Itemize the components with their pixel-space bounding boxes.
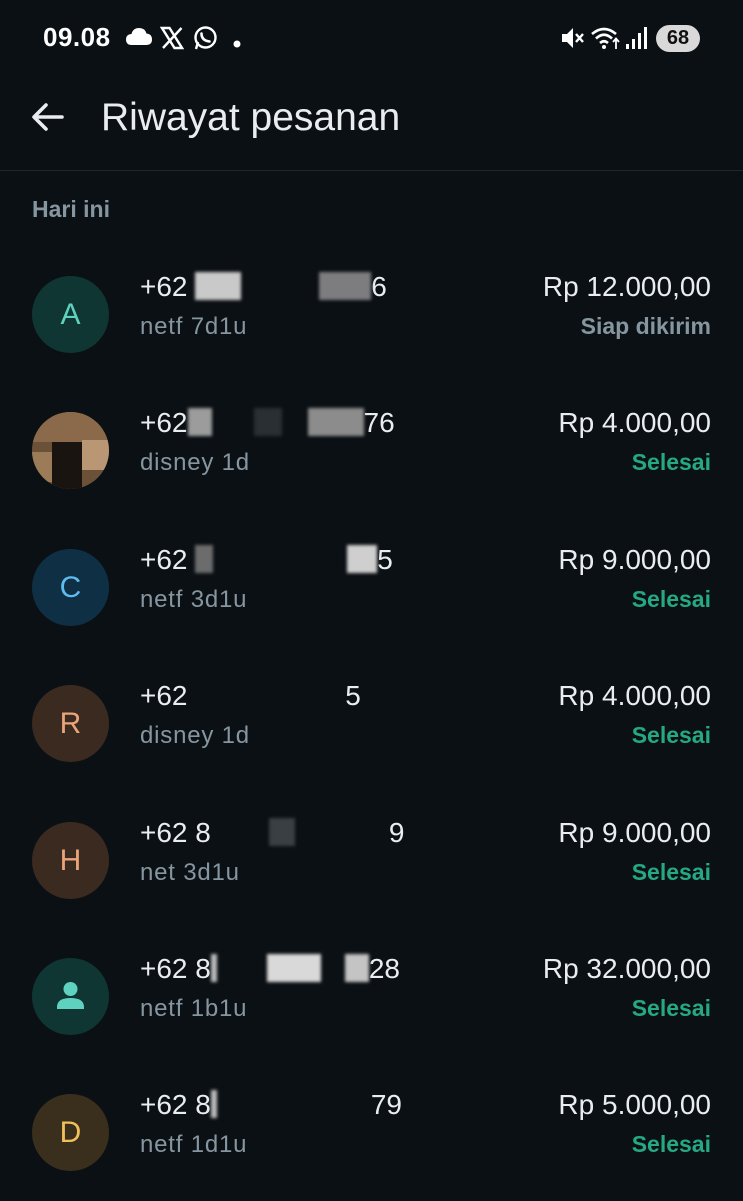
redaction-gap [282,408,308,436]
dot-icon [233,35,241,53]
redaction-block [195,272,242,300]
battery-indicator: 68 [656,25,700,52]
avatar-placeholder[interactable] [32,957,109,1035]
redaction-gap [213,545,347,573]
wifi-icon [590,25,622,56]
cloud-icon [125,27,153,52]
avatar[interactable]: R [32,685,109,763]
redaction-gap [295,818,389,846]
whatsapp-icon [192,25,218,56]
order-product: disney 1d [140,722,250,750]
order-amount: Rp 4.000,00 [558,680,711,712]
order-item[interactable]: C +62 5 netf 3d1u Rp 9.000,00 Selesai [0,519,743,655]
avatar[interactable]: D [32,1094,109,1172]
redaction-gap [217,954,267,982]
x-logo-icon [159,26,185,55]
phone-start: +62 8 [140,816,211,848]
order-item[interactable]: A +62 6 netf 7d1u Rp 12.000,00 Siap diki… [0,246,743,382]
order-item[interactable]: +62 8 28 netf 1b1u Rp 32.000,00 Selesai [0,928,743,1064]
avatar-letter: D [59,1116,82,1150]
redaction-block [319,272,372,300]
redaction-gap [195,681,225,709]
order-product: netf 1d1u [140,1131,248,1159]
phone-end: 28 [368,952,401,984]
person-icon [57,981,84,1009]
phone-end: 5 [345,680,361,712]
section-label-today: Hari ini [32,196,110,222]
avatar-photo[interactable] [32,412,109,490]
redaction-block [266,953,321,982]
order-status: Selesai [631,449,711,476]
order-amount: Rp 9.000,00 [558,543,711,575]
redaction-block [187,408,212,437]
redaction-block [344,953,369,982]
order-product: netf 1b1u [140,994,248,1022]
signal-icon [625,26,647,55]
redaction-gap [217,1090,371,1118]
phone-end: 5 [377,543,393,575]
phone-end: 6 [371,271,387,302]
order-item[interactable]: D +62 8 79 netf 1d1u Rp 5.000,00 Selesai [0,1064,743,1200]
order-phone: +62 8 28 [140,953,400,985]
page-title: Riwayat pesanan [101,96,401,139]
redaction-block [195,544,214,573]
order-list: A +62 6 netf 7d1u Rp 12.000,00 Siap diki… [0,246,743,1201]
order-status: Selesai [631,994,711,1021]
order-product: netf 3d1u [140,585,248,613]
redaction-block [268,817,295,846]
phone-start: +62 [140,271,188,302]
avatar-letter: A [60,298,81,331]
profile-photo-icon [32,412,109,490]
order-product: net 3d1u [140,858,240,886]
order-item[interactable]: +62 76 disney 1d Rp 4.000,00 Selesai [0,382,743,518]
phone-start: +62 [140,543,188,575]
order-status: Selesai [631,1131,711,1158]
order-status: Selesai [631,585,711,612]
redaction-block [253,408,282,437]
order-amount: Rp 5.000,00 [558,1089,711,1121]
order-amount: Rp 9.000,00 [558,816,711,848]
avatar-letter: C [59,570,82,604]
order-amount: Rp 12.000,00 [542,271,711,302]
order-status: Siap dikirim [580,313,711,339]
order-status: Selesai [631,722,711,749]
redaction-gap [211,818,269,846]
order-item[interactable]: H +62 8 9 net 3d1u Rp 9.000,00 Selesai [0,792,743,928]
order-product: netf 7d1u [140,313,248,340]
redaction-gap [212,408,254,436]
order-phone: +62 8 79 [140,1089,402,1121]
avatar-letter: R [59,707,82,741]
status-time: 09.08 [43,22,111,52]
avatar[interactable]: H [32,821,109,899]
avatar[interactable]: C [32,548,109,626]
phone-end: 9 [388,816,405,848]
redaction-gap [241,272,319,300]
phone-start: +62 8 [140,1089,211,1121]
app-bar: Riwayat pesanan [0,80,743,171]
order-item[interactable]: R +62 5 disney 1d Rp 4.000,00 Selesai [0,655,743,791]
avatar[interactable]: A [32,276,109,353]
phone-start: +62 [140,680,188,712]
order-phone: +62 8 9 [140,817,404,849]
order-phone: +62 6 [140,271,387,303]
order-phone: +62 76 [140,407,395,439]
phone-start: +62 [140,407,188,439]
avatar-letter: H [59,843,82,877]
order-phone: +62 5 [140,544,393,576]
arrow-left-icon[interactable] [28,97,68,137]
redaction-block [347,544,378,573]
order-phone: +62 5 [140,680,361,712]
phone-start: +62 8 [140,952,211,984]
redaction-block [307,408,364,437]
status-bar: 09.08 68 [0,0,743,80]
order-amount: Rp 4.000,00 [558,407,711,439]
phone-end: 79 [370,1089,403,1121]
order-product: disney 1d [140,449,250,477]
mute-icon [560,25,584,56]
phone-end: 76 [363,407,395,439]
redaction-gap [225,681,345,709]
redaction-gap [321,954,345,982]
order-amount: Rp 32.000,00 [542,952,711,984]
order-status: Selesai [631,858,711,885]
